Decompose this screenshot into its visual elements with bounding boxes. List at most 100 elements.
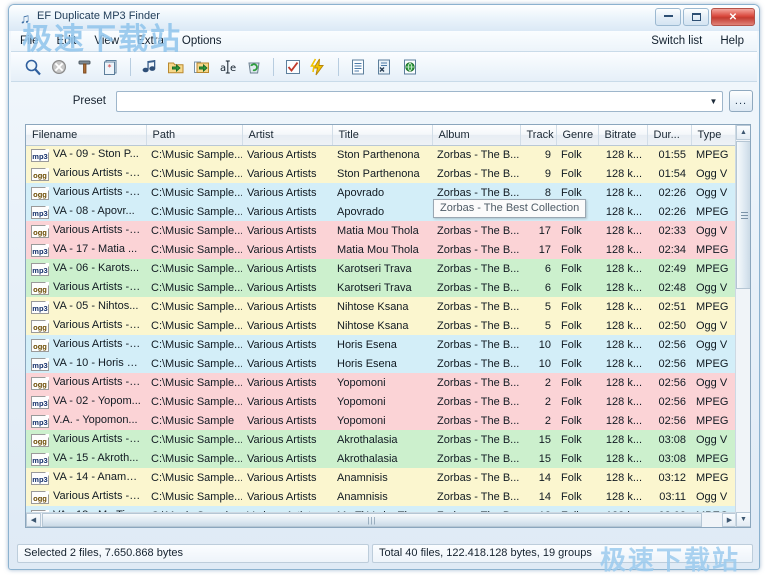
- cell-path: C:\Music Sample...: [146, 373, 242, 392]
- column-header-artist[interactable]: Artist: [242, 125, 332, 145]
- stop-icon[interactable]: [47, 55, 71, 79]
- cell-type: Ogg V: [691, 183, 737, 202]
- preset-input[interactable]: [117, 93, 705, 110]
- search-icon[interactable]: [21, 55, 45, 79]
- table-row[interactable]: mp3VA - 08 - Apovr...C:\Music Sample...V…: [26, 202, 737, 221]
- cell-title: Horis Esena: [332, 335, 432, 354]
- minimize-button[interactable]: [655, 8, 681, 26]
- vertical-scrollbar[interactable]: ▲ ▼: [735, 125, 750, 527]
- cell-genre: Folk: [556, 449, 598, 468]
- maximize-button[interactable]: [683, 8, 709, 26]
- cell-track: 10: [520, 335, 556, 354]
- preset-combobox[interactable]: ▼: [116, 91, 723, 112]
- cell-track: 2: [520, 373, 556, 392]
- menu-item-extra[interactable]: Extra: [128, 33, 173, 49]
- rename-text-icon[interactable]: ae: [216, 55, 240, 79]
- cell-artist: Various Artists: [242, 316, 332, 335]
- export-folder-icon[interactable]: [190, 55, 214, 79]
- menu-item-view[interactable]: View: [85, 33, 128, 49]
- cell-artist: Various Artists: [242, 278, 332, 297]
- lightning-icon[interactable]: [307, 55, 331, 79]
- column-header-duration[interactable]: Dur...: [647, 125, 691, 145]
- cell-album: Zorbas - The B...: [432, 259, 520, 278]
- recycle-bin-icon[interactable]: [242, 55, 266, 79]
- table-row[interactable]: mp3VA - 02 - Yopom...C:\Music Sample...V…: [26, 392, 737, 411]
- cell-bitrate: 128 k...: [598, 202, 647, 221]
- hammer-icon[interactable]: [73, 55, 97, 79]
- cell-path: C:\Music Sample...: [146, 202, 242, 221]
- scroll-left-button[interactable]: ◀: [26, 513, 41, 527]
- cell-duration: 02:51: [647, 297, 691, 316]
- cell-duration: 01:54: [647, 164, 691, 183]
- toolbar: * ae: [11, 52, 757, 82]
- cell-artist: Various Artists: [242, 335, 332, 354]
- cell-album: Zorbas - The B...: [432, 468, 520, 487]
- cell-duration: 03:11: [647, 487, 691, 506]
- table-row[interactable]: oggVarious Artists - ...C:\Music Sample.…: [26, 335, 737, 354]
- cell-filename: oggVarious Artists - ...: [26, 487, 146, 506]
- table-row[interactable]: mp3VA - 15 - Akroth...C:\Music Sample...…: [26, 449, 737, 468]
- copy-list-icon[interactable]: [372, 55, 396, 79]
- table-row[interactable]: oggVarious Artists - ...C:\Music Sample.…: [26, 316, 737, 335]
- menu-item-options[interactable]: Options: [173, 33, 231, 49]
- scroll-down-button[interactable]: ▼: [736, 512, 751, 527]
- cell-filename: oggVarious Artists - ...: [26, 335, 146, 354]
- new-document-icon[interactable]: *: [99, 55, 123, 79]
- globe-icon[interactable]: [398, 55, 422, 79]
- table-row[interactable]: oggVarious Artists - ...C:\Music Sample.…: [26, 430, 737, 449]
- table-row[interactable]: mp3VA - 17 - Matia ...C:\Music Sample...…: [26, 240, 737, 259]
- cell-duration: 02:56: [647, 373, 691, 392]
- menu-item-edit[interactable]: Edit: [48, 33, 86, 49]
- column-header-path[interactable]: Path: [146, 125, 242, 145]
- column-header-genre[interactable]: Genre: [556, 125, 598, 145]
- open-folder-icon[interactable]: [164, 55, 188, 79]
- table-row[interactable]: oggVarious Artists - ...C:\Music Sample.…: [26, 164, 737, 183]
- cell-filename: oggVarious Artists - ...: [26, 430, 146, 449]
- cell-duration: 02:26: [647, 202, 691, 221]
- cell-track: 14: [520, 468, 556, 487]
- column-header-bitrate[interactable]: Bitrate: [598, 125, 647, 145]
- ogg-file-icon: ogg: [31, 282, 49, 295]
- cell-path: C:\Music Sample...: [146, 240, 242, 259]
- cell-album: Zorbas - The B...: [432, 392, 520, 411]
- horizontal-scrollbar[interactable]: ◀ ||| ▶: [26, 512, 737, 527]
- table-row[interactable]: mp3VA - 06 - Karots...C:\Music Sample...…: [26, 259, 737, 278]
- checkbox-select-icon[interactable]: [281, 55, 305, 79]
- column-header-filename[interactable]: Filename: [26, 125, 146, 145]
- table-row[interactable]: mp3VA - 14 - Anamn...C:\Music Sample...V…: [26, 468, 737, 487]
- table-row[interactable]: mp3VA - 09 - Ston P...C:\Music Sample...…: [26, 145, 737, 164]
- cell-duration: 01:55: [647, 145, 691, 164]
- cell-bitrate: 128 k...: [598, 373, 647, 392]
- chevron-down-icon[interactable]: ▼: [705, 92, 722, 111]
- table-row[interactable]: oggVarious Artists - ...C:\Music Sample.…: [26, 373, 737, 392]
- cell-artist: Various Artists: [242, 449, 332, 468]
- table-row[interactable]: mp3VA - 05 - Nihtos...C:\Music Sample...…: [26, 297, 737, 316]
- cell-type: MPEG: [691, 297, 737, 316]
- menu-item-help[interactable]: Help: [711, 33, 753, 49]
- table-row[interactable]: mp3VA - 10 - Horis E...C:\Music Sample..…: [26, 354, 737, 373]
- preset-browse-button[interactable]: ...: [729, 90, 753, 112]
- table-row[interactable]: oggVarious Artists - ...C:\Music Sample.…: [26, 487, 737, 506]
- status-selected-files: Selected 2 files, 7.650.868 bytes: [17, 544, 369, 563]
- cell-duration: 02:50: [647, 316, 691, 335]
- report-icon[interactable]: [346, 55, 370, 79]
- scroll-up-button[interactable]: ▲: [736, 125, 751, 140]
- column-header-track[interactable]: Track: [520, 125, 556, 145]
- column-header-album[interactable]: Album: [432, 125, 520, 145]
- table-row[interactable]: oggVarious Artists - ...C:\Music Sample.…: [26, 278, 737, 297]
- column-header-type[interactable]: Type: [691, 125, 737, 145]
- cell-type: Ogg V: [691, 164, 737, 183]
- vertical-scroll-thumb[interactable]: [736, 141, 751, 289]
- cell-bitrate: 128 k...: [598, 487, 647, 506]
- table-row[interactable]: oggVarious Artists - ...C:\Music Sample.…: [26, 183, 737, 202]
- column-header-title[interactable]: Title: [332, 125, 432, 145]
- cell-track: 15: [520, 449, 556, 468]
- menu-item-file[interactable]: File: [11, 33, 48, 49]
- play-music-icon[interactable]: [138, 55, 162, 79]
- table-row[interactable]: mp3V.A. - Yopomon...C:\Music SampleVario…: [26, 411, 737, 430]
- cell-album: Zorbas - The B...: [432, 145, 520, 164]
- menu-item-switch-list[interactable]: Switch list: [642, 33, 711, 49]
- horizontal-scroll-thumb[interactable]: |||: [42, 513, 702, 527]
- close-button[interactable]: ✕: [711, 8, 755, 26]
- table-row[interactable]: oggVarious Artists - ...C:\Music Sample.…: [26, 221, 737, 240]
